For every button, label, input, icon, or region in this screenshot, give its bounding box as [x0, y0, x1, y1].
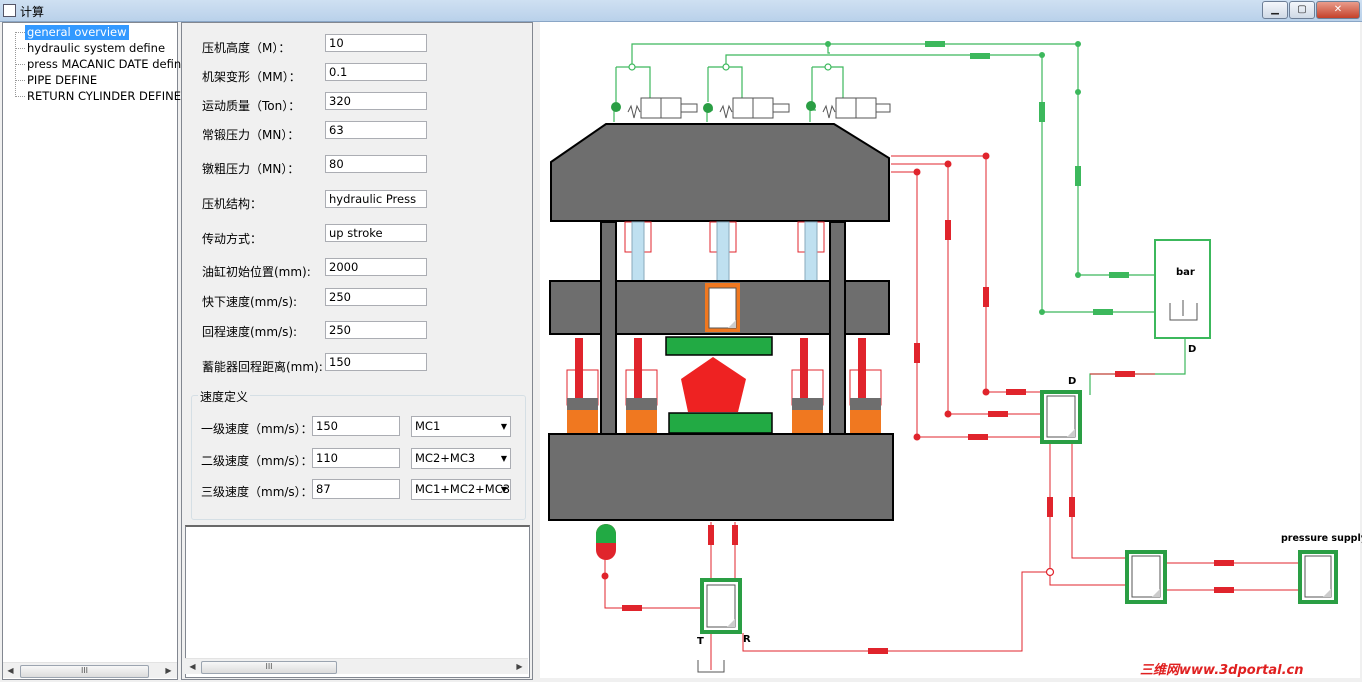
speed-level-2-select-value: MC2+MC3: [415, 451, 476, 465]
speed-level-1-select-value: MC1: [415, 419, 441, 433]
form-horizontal-scrollbar[interactable]: ◀ III ▶: [185, 658, 528, 674]
return-speed-label: 回程速度(mm/s):: [202, 325, 298, 339]
drive-mode-label: 传动方式：: [202, 232, 263, 246]
tree-connector: [15, 48, 25, 49]
bar-label: bar: [1176, 267, 1195, 278]
scroll-left-arrow-icon[interactable]: ◀: [3, 663, 18, 678]
press-height-label: 压机高度（M）：: [202, 41, 291, 55]
accumulator-return-distance-label: 蓄能器回程距离(mm):: [202, 360, 323, 374]
speed-level-2-input[interactable]: 110: [312, 448, 400, 468]
speed-level-1-input[interactable]: 150: [312, 416, 400, 436]
accumulator-icon: [596, 524, 616, 560]
tree-item-return-cylinder[interactable]: RETURN CYLINDER DEFINE: [25, 89, 183, 104]
bar-tank-block: [1154, 239, 1211, 339]
tree-item-hydraulic-system[interactable]: hydraulic system define: [25, 41, 167, 56]
dropdown-arrow-icon: ▼: [500, 422, 507, 431]
maximize-button[interactable]: ▢: [1289, 1, 1315, 19]
minimize-button[interactable]: ▁: [1262, 1, 1288, 19]
speed-level-2-select[interactable]: MC2+MC3 ▼: [411, 448, 511, 469]
scrollbar-thumb[interactable]: III: [20, 665, 149, 678]
bar-d-port-label: D: [1188, 344, 1197, 355]
valve-block-middle: [1125, 550, 1167, 604]
press-base: [548, 433, 894, 521]
tree-connector: [15, 64, 25, 65]
tree-connector: [15, 96, 25, 97]
accumulator-return-distance-input[interactable]: 150: [325, 353, 427, 371]
directional-valves: [627, 97, 891, 119]
t-port-label: T: [697, 636, 704, 647]
tree-item-pipe[interactable]: PIPE DEFINE: [25, 73, 99, 88]
press-structure-label: 压机结构：: [202, 197, 263, 211]
frame-deformation-label: 机架变形（MM）：: [202, 70, 301, 84]
valve-block-tr: [700, 578, 742, 634]
dropdown-arrow-icon: ▼: [500, 485, 507, 494]
fast-down-speed-input[interactable]: 250: [325, 288, 427, 306]
moving-mass-input[interactable]: 320: [325, 92, 427, 110]
press-schematic: [548, 41, 1338, 673]
speed-level-1-select[interactable]: MC1 ▼: [411, 416, 511, 437]
upper-die: [665, 336, 773, 356]
tree-item-general-overview[interactable]: general overview: [25, 25, 129, 40]
return-speed-input[interactable]: 250: [325, 321, 427, 339]
upsetting-force-input[interactable]: 80: [325, 155, 427, 173]
scroll-right-arrow-icon[interactable]: ▶: [161, 663, 176, 678]
moving-mass-label: 运动质量（Ton）：: [202, 99, 301, 113]
press-machine: [548, 123, 894, 521]
lower-die: [668, 412, 773, 434]
workpiece: [681, 357, 746, 412]
column-right: [829, 221, 846, 435]
r-port-label: R: [743, 634, 751, 645]
pressure-supply-block: [1298, 550, 1338, 604]
frame-deformation-input[interactable]: 0.1: [325, 63, 427, 81]
speed-level-2-label: 二级速度（mm/s）：: [201, 454, 313, 468]
app-icon: [3, 4, 16, 17]
valve-d-port-label: D: [1068, 376, 1077, 387]
cylinder-initial-position-label: 油缸初始位置(mm):: [202, 265, 311, 279]
normal-forging-force-input[interactable]: 63: [325, 121, 427, 139]
speed-definition-title: 速度定义: [198, 388, 251, 405]
cylinder-initial-position-input[interactable]: 2000: [325, 258, 427, 276]
pressure-supply-label: pressure supply: [1281, 533, 1362, 544]
press-structure-input[interactable]: hydraulic Press: [325, 190, 427, 208]
tree-connector: [15, 32, 25, 33]
fast-down-speed-label: 快下速度(mm/s):: [202, 295, 298, 309]
speed-level-3-label: 三级速度（mm/s）：: [201, 485, 313, 499]
top-crosshead: [550, 123, 890, 222]
speed-level-3-select-value: MC1+MC2+MC3: [415, 482, 511, 496]
upsetting-force-label: 镦粗压力（MN）：: [202, 162, 300, 176]
speed-level-3-select[interactable]: MC1+MC2+MC3 ▼: [411, 479, 511, 500]
navigation-tree: general overview hydraulic system define…: [2, 22, 188, 680]
tree-item-press-mechanic[interactable]: press MACANIC DATE define: [25, 57, 190, 72]
main-cylinders: [624, 221, 825, 283]
scroll-left-arrow-icon[interactable]: ◀: [185, 659, 200, 674]
parameters-form: 压机高度（M）： 10 机架变形（MM）： 0.1 运动质量（Ton）： 320…: [181, 22, 533, 680]
control-line-markers: [925, 41, 1129, 315]
title-bar: 计算 ▁ ▢ ✕: [0, 0, 1362, 22]
valve-block-d: [1040, 390, 1082, 444]
close-button[interactable]: ✕: [1316, 1, 1360, 19]
speed-level-3-input[interactable]: 87: [312, 479, 400, 499]
tree-horizontal-scrollbar[interactable]: ◀ III ▶: [3, 662, 177, 678]
watermark: 三维网www.3dportal.cn: [1140, 663, 1304, 678]
scroll-right-arrow-icon[interactable]: ▶: [512, 659, 527, 674]
press-height-input[interactable]: 10: [325, 34, 427, 52]
output-panel: [185, 525, 530, 678]
press-diagram-canvas: bar D D pressure supply T R 三维网www.3dpor…: [540, 22, 1362, 678]
drive-mode-input[interactable]: up stroke: [325, 224, 427, 242]
scrollbar-thumb[interactable]: III: [201, 661, 337, 674]
column-left: [600, 221, 617, 435]
normal-forging-force-label: 常锻压力（MN）：: [202, 128, 300, 142]
tree-connector: [15, 80, 25, 81]
speed-level-1-label: 一级速度（mm/s）：: [201, 422, 313, 436]
window-title: 计算: [20, 5, 45, 19]
dropdown-arrow-icon: ▼: [500, 454, 507, 463]
